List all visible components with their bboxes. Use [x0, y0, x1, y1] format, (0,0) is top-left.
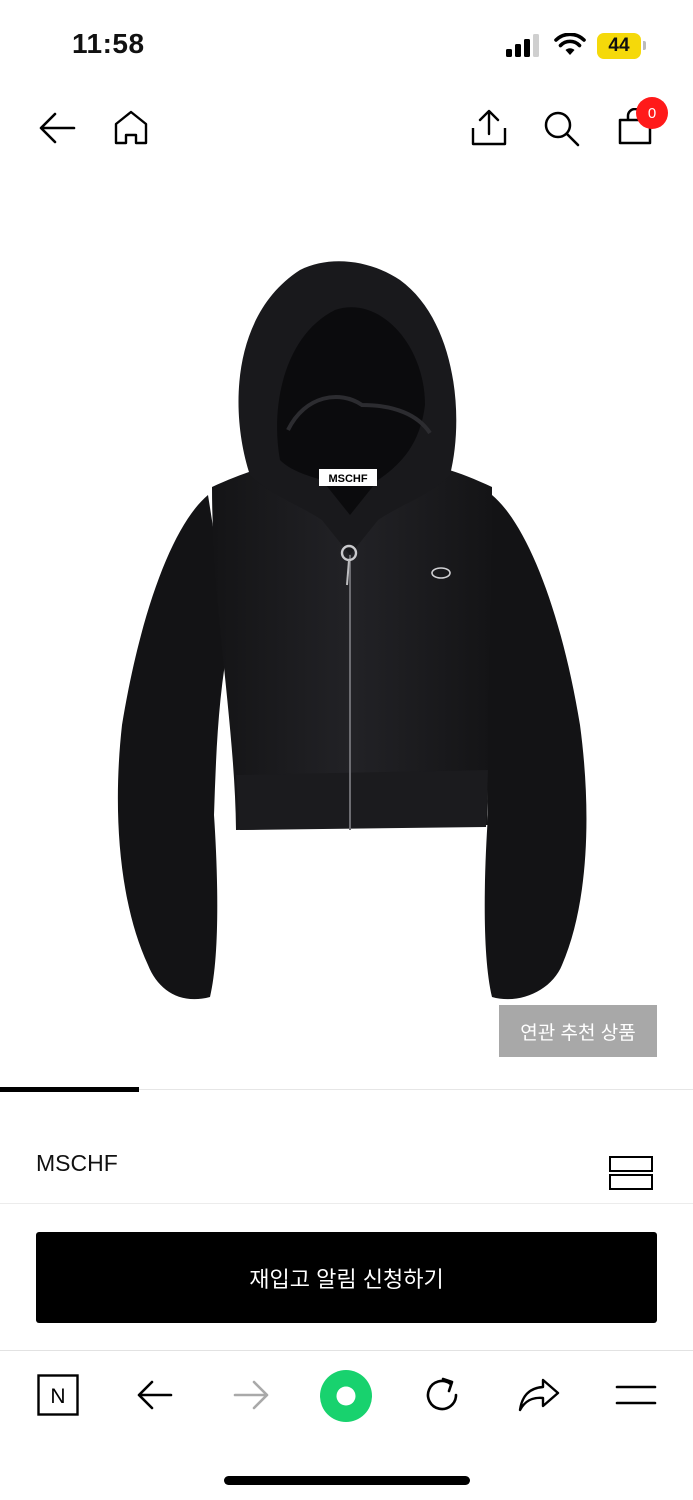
cellular-signal-icon: [506, 34, 539, 57]
product-image[interactable]: MSCHF: [100, 255, 600, 1015]
share-icon[interactable]: [469, 108, 509, 148]
toolbar-divider: [0, 1350, 693, 1351]
home-indicator: [224, 1476, 470, 1485]
back-arrow-icon[interactable]: [38, 111, 78, 145]
cart-count-badge: 0: [636, 97, 668, 129]
share-arrow-icon[interactable]: [517, 1376, 561, 1414]
battery-icon: 44: [597, 33, 641, 59]
menu-icon[interactable]: [615, 1383, 657, 1407]
green-dot-home-icon[interactable]: [319, 1369, 373, 1423]
search-icon[interactable]: [541, 108, 581, 148]
gallery-progress-fill: [0, 1087, 139, 1092]
brand-name[interactable]: MSCHF: [36, 1150, 118, 1177]
browser-back-icon[interactable]: [135, 1378, 175, 1412]
layout-toggle-icon[interactable]: [608, 1155, 654, 1191]
wifi-icon: [554, 33, 586, 55]
reload-icon[interactable]: [421, 1374, 463, 1416]
browser-forward-icon[interactable]: [231, 1378, 271, 1412]
divider: [0, 1203, 693, 1204]
naver-n-icon[interactable]: N: [37, 1374, 79, 1416]
product-label-text: MSCHF: [328, 473, 367, 485]
naver-letter: N: [50, 1385, 65, 1408]
status-time: 11:58: [72, 28, 145, 59]
home-icon[interactable]: [112, 108, 150, 146]
restock-alert-button[interactable]: 재입고 알림 신청하기: [36, 1232, 657, 1323]
related-products-button[interactable]: 연관 추천 상품: [499, 1005, 657, 1057]
battery-tip: [643, 41, 646, 50]
